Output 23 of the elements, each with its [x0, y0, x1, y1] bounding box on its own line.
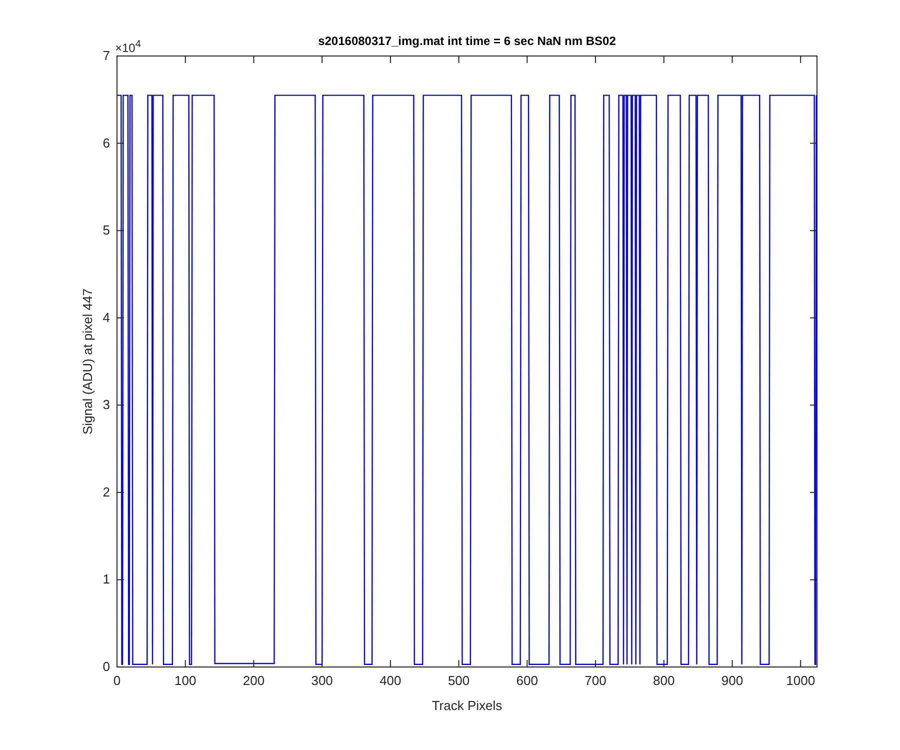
x-tick-label: 600 [516, 673, 538, 688]
x-tick-label: 100 [174, 673, 196, 688]
x-tick-label: 800 [653, 673, 675, 688]
y-axis-label: Signal (ADU) at pixel 447 [80, 288, 95, 434]
x-tick-label: 700 [584, 673, 606, 688]
y-tick-label: 3 [102, 397, 110, 412]
y-tick-label: 2 [102, 484, 110, 500]
x-tick-label: 0 [113, 673, 121, 688]
x-tick-label: 400 [380, 673, 402, 688]
y-tick-label: 6 [102, 135, 110, 150]
y-tick-label: 4 [102, 310, 110, 325]
y-tick-label: 7 [102, 48, 110, 63]
y-tick-label: 1 [102, 572, 110, 587]
x-tick-label: 500 [448, 673, 470, 688]
x-tick-label: 900 [721, 673, 744, 688]
x-tick-label: 200 [242, 673, 265, 688]
y-tick-label: 0 [102, 659, 110, 674]
x-tick-label: 1000 [786, 673, 816, 688]
x-axis-label: Track Pixels [432, 698, 502, 713]
y-tick-label: 5 [102, 222, 110, 238]
chart-title: s2016080317_img.mat int time = 6 sec NaN nm BS02 [318, 34, 616, 48]
x-tick-label: 300 [311, 673, 333, 688]
axis-multiplier: ×10$^{4}$ [115, 41, 141, 54]
